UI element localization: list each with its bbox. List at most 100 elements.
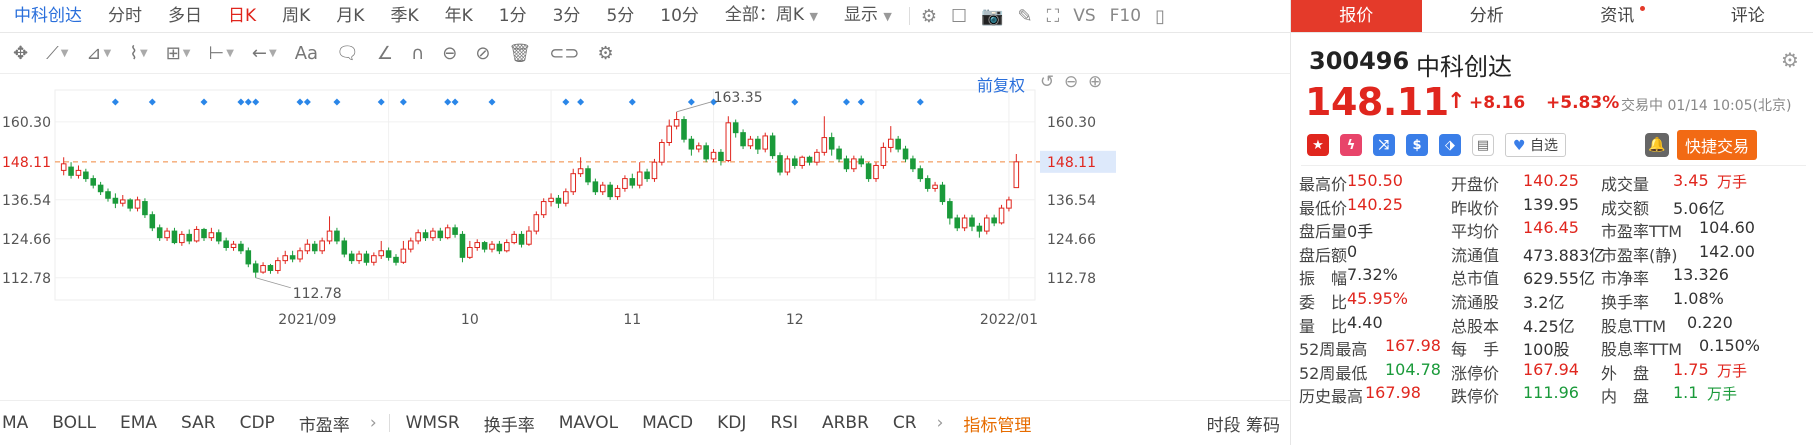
tab-analysis[interactable]: 分析 [1422,0,1553,32]
tab-period-10min[interactable]: 10分 [647,0,712,33]
stat-value: 1.08% [1673,289,1724,308]
range-tool-icon[interactable]: ⊢ ▼ [200,43,243,64]
f10-button[interactable]: F10 [1103,6,1148,26]
gear-icon[interactable]: ⚙ [1781,48,1799,72]
tab-news[interactable]: 资讯 [1552,0,1683,32]
sidebar-toggle-icon[interactable]: ▯ [1148,6,1172,27]
vs-button[interactable]: VS [1066,6,1102,26]
indicator-ma[interactable]: MA [0,413,40,433]
candle-body [334,230,340,242]
stock-name-link[interactable]: 中科创达 [0,0,95,33]
stat-label: 市盈率TTM [1601,222,1683,242]
indicator-pe[interactable]: 市盈率 [287,411,362,436]
tag-icon[interactable]: ⬗ [1439,134,1461,156]
indicator-sar[interactable]: SAR [169,413,228,433]
chevron-right-icon[interactable]: › [929,413,952,433]
tab-period-daily[interactable]: 日K [215,0,269,33]
camera-icon[interactable]: 📷 [974,6,1010,27]
trading-status: 交易中 01/14 10:05(北京) [1621,98,1792,114]
channel-tool-icon[interactable]: ⊿ ▼ [77,43,120,64]
x-tick-label: 2022/01 [980,312,1038,328]
hide-icon[interactable]: ⊘ [466,43,499,64]
indicator-turnover[interactable]: 换手率 [472,411,547,436]
indicator-rsi[interactable]: RSI [758,413,810,433]
heart-icon: ♥ [1513,138,1526,154]
gear-icon[interactable]: ⚙ [588,43,622,64]
event-marker-icon [444,98,452,106]
candle-body [474,242,481,248]
fib-tool-icon[interactable]: ⊞ ▼ [157,43,200,64]
dollar-icon[interactable]: $ [1406,134,1428,156]
settings-icon[interactable]: ⚙ [914,6,944,27]
event-marker-icon [148,98,156,106]
quick-trade-button[interactable]: 快捷交易 [1677,130,1758,160]
kline-chart[interactable]: 前复权 ↺ ⊖ ⊕ 160.30 160.30 148.11 148.11 136.54… [0,72,1290,400]
display-menu[interactable]: 显示 ▼ [831,0,905,33]
fullscreen-icon[interactable]: ⛶ [1040,6,1067,27]
tab-period-3min[interactable]: 3分 [540,0,594,33]
zoom-in-icon[interactable]: ⊕ [1088,72,1102,92]
stat-unit: 万手 [1707,385,1738,404]
tab-period-5min[interactable]: 5分 [593,0,647,33]
candle-body [585,168,591,183]
indicator-manage-button[interactable]: 指标管理 [951,411,1043,436]
indicator-mavol[interactable]: MAVOL [547,413,630,433]
move-icon[interactable]: ✥ [4,43,37,64]
link-icon[interactable]: ⊂⊃ [540,43,588,64]
chevron-right-icon[interactable]: › [362,413,385,433]
tab-period-1min[interactable]: 1分 [486,0,540,33]
adjust-mode-label[interactable]: 前复权 [977,72,1025,96]
candlestick-svg[interactable]: 160.30 160.30 148.11 148.11 136.54 136.54 124.… [0,78,1290,400]
magnet-icon[interactable]: ∩ [402,43,433,64]
candle-body [976,225,983,232]
stat-label: 量 比 [1299,316,1348,336]
bell-icon[interactable]: 🔔 [1645,133,1669,157]
tab-quote[interactable]: 报价 [1291,0,1422,32]
tab-period-fenshi[interactable]: 分时 [95,0,155,33]
tab-period-weekly[interactable]: 周K [269,0,323,33]
tab-period-multiday[interactable]: 多日 [155,0,215,33]
candle-body [991,217,997,224]
text-tool-icon[interactable]: Aa [286,43,327,64]
trash-icon[interactable]: 🗑 [499,43,540,64]
candle-body [393,256,399,263]
stat-value: 111.96 [1523,383,1579,403]
candle-body [275,260,281,271]
wave-tool-icon[interactable]: ⌇ ▼ [120,43,157,64]
stat-label: 开盘价 [1451,175,1500,194]
angle-tool-icon[interactable]: ∠ [368,43,402,64]
pencil-icon[interactable]: ✎ [1011,6,1040,27]
range-select[interactable]: 全部：周K ▼ [712,0,831,33]
tab-period-quarterly[interactable]: 季K [377,0,431,33]
lightning-icon[interactable]: ϟ [1340,134,1362,156]
arrow-tool-icon[interactable]: ← ▼ [243,43,286,64]
tab-period-yearly[interactable]: 年K [432,0,486,33]
indicator-kdj[interactable]: KDJ [705,413,758,433]
indicator-cdp[interactable]: CDP [228,413,287,433]
document-icon[interactable]: ▤ [1472,134,1494,156]
add-watchlist-button[interactable]: ♥ 自选 [1505,133,1567,157]
stat-value: 1.75 [1673,359,1709,379]
indicator-boll[interactable]: BOLL [40,413,108,433]
stat-value: 142.00 [1699,241,1755,261]
indicator-arbr[interactable]: ARBR [810,413,881,433]
undo-icon[interactable]: ↺ [1040,72,1054,92]
stat-label: 外 盘 [1601,363,1650,383]
candle-body [688,138,695,150]
candle-body [481,242,488,250]
indicator-ema[interactable]: EMA [108,413,169,433]
zoom-out-icon[interactable]: ⊖ [1064,72,1078,92]
tab-period-monthly[interactable]: 月K [323,0,377,33]
indicator-wmsr[interactable]: WMSR [394,413,472,433]
candle-body [112,197,119,204]
tab-comments[interactable]: 评论 [1683,0,1813,32]
comment-tool-icon[interactable]: 🗨 [327,43,368,64]
timeslot-chips-toggle[interactable]: 时段 筹码 [1195,411,1290,436]
x-tick-label: 12 [786,312,804,328]
indicator-cr[interactable]: CR [881,413,929,433]
indicator-macd[interactable]: MACD [630,413,705,433]
shuffle-icon[interactable]: ⤨ [1373,134,1395,156]
line-tool-icon[interactable]: ⟋ ▼ [37,43,77,64]
lock-icon[interactable]: ⊖ [433,43,466,64]
square-icon[interactable]: ☐ [944,6,974,27]
